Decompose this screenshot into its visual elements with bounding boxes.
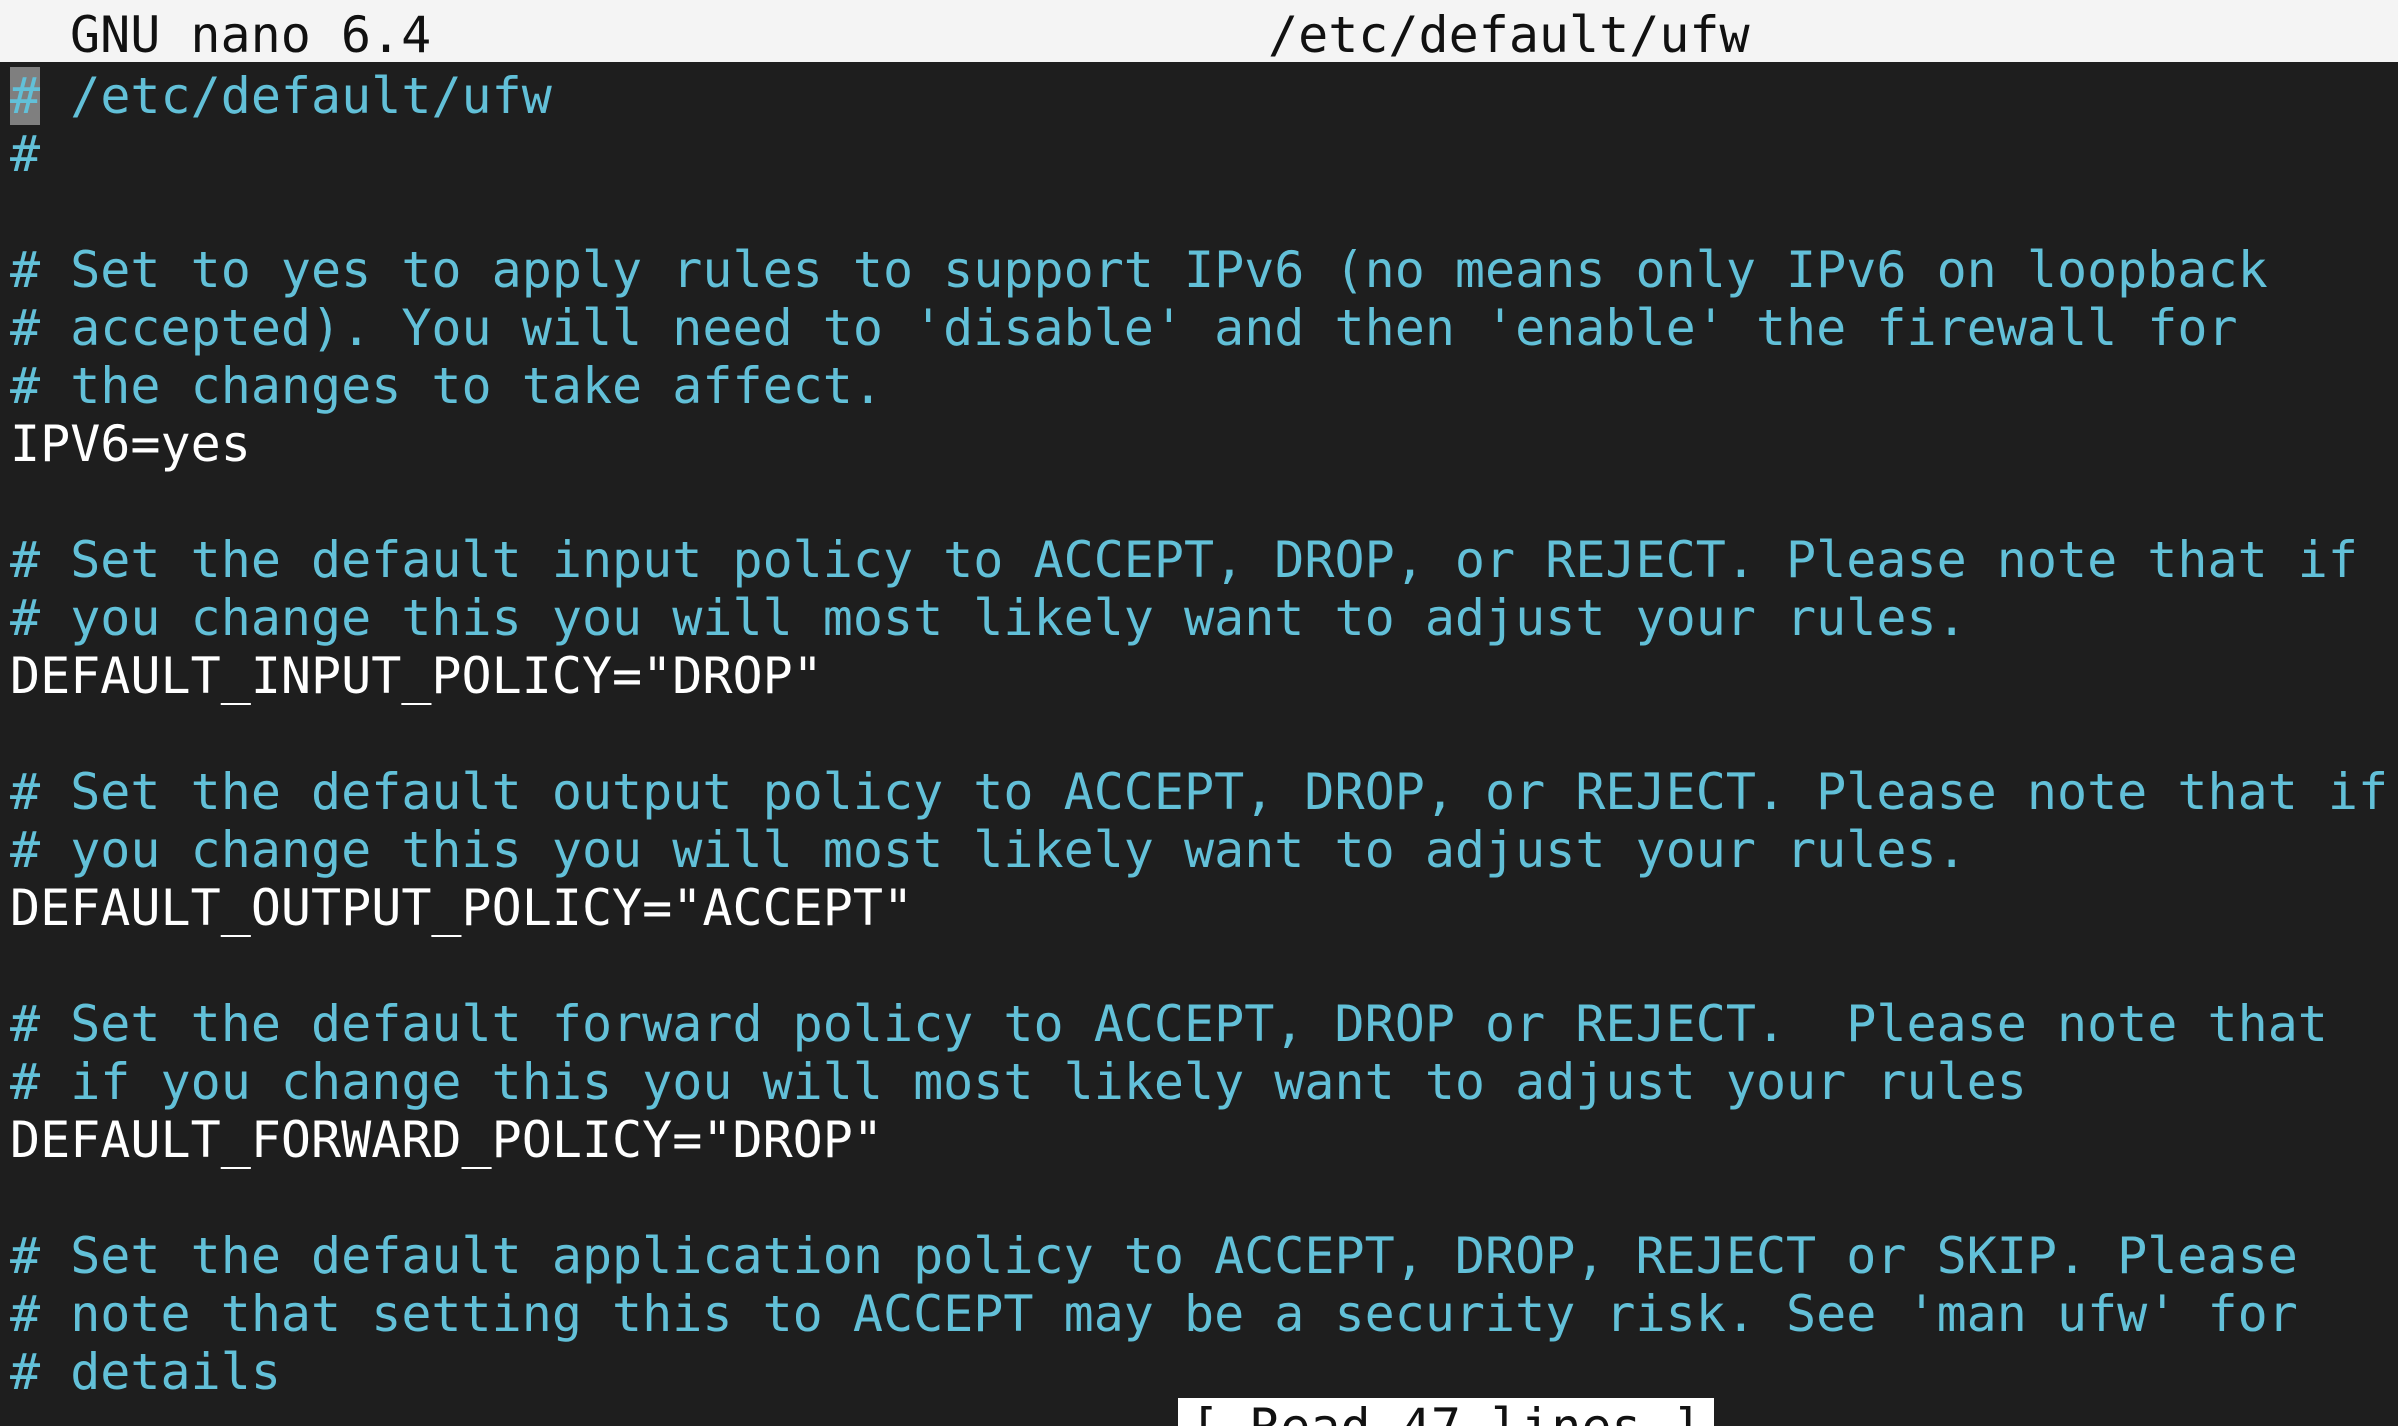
status-message: [ Read 47 lines ] <box>1178 1398 1714 1426</box>
editor-line-10[interactable]: # you change this you will most likely w… <box>10 589 2390 647</box>
editor-line-4[interactable]: # Set to yes to apply rules to support I… <box>10 241 2390 299</box>
editor-line-18[interactable]: # if you change this you will most likel… <box>10 1053 2390 1111</box>
editor-line-8[interactable] <box>10 473 2390 531</box>
editor-line-14[interactable]: # you change this you will most likely w… <box>10 821 2390 879</box>
editor-line-19[interactable]: DEFAULT_FORWARD_POLICY="DROP" <box>10 1111 2390 1169</box>
editor-line-16[interactable] <box>10 937 2390 995</box>
editor-line-6[interactable]: # the changes to take affect. <box>10 357 2390 415</box>
open-file-path: /etc/default/ufw <box>1268 6 1750 64</box>
editor-line-7[interactable]: IPV6=yes <box>10 415 2390 473</box>
editor-line-13[interactable]: # Set the default output policy to ACCEP… <box>10 763 2390 821</box>
editor-line-2[interactable]: # <box>10 125 2390 183</box>
editor-line-22[interactable]: # note that setting this to ACCEPT may b… <box>10 1285 2390 1343</box>
editor-line-9[interactable]: # Set the default input policy to ACCEPT… <box>10 531 2390 589</box>
editor-line-5[interactable]: # accepted). You will need to 'disable' … <box>10 299 2390 357</box>
editor-line-20[interactable] <box>10 1169 2390 1227</box>
editor-line-15[interactable]: DEFAULT_OUTPUT_POLICY="ACCEPT" <box>10 879 2390 937</box>
editor-line-1-text: /etc/default/ufw <box>40 67 552 125</box>
editor-line-17[interactable]: # Set the default forward policy to ACCE… <box>10 995 2390 1053</box>
editor-line-1[interactable]: # /etc/default/ufw <box>10 67 2390 125</box>
nano-terminal-window[interactable]: GNU nano 6.4 /etc/default/ufw # /etc/def… <box>0 0 2398 1426</box>
editor-line-3[interactable] <box>10 183 2390 241</box>
text-cursor[interactable]: # <box>10 67 41 125</box>
editor-line-12[interactable] <box>10 705 2390 763</box>
nano-version-title: GNU nano 6.4 <box>70 6 432 64</box>
text-editor-area[interactable]: # /etc/default/ufw # # Set to yes to app… <box>10 67 2390 1401</box>
editor-line-21[interactable]: # Set the default application policy to … <box>10 1227 2390 1285</box>
editor-line-23[interactable]: # details <box>10 1343 2390 1401</box>
nano-title-bar: GNU nano 6.4 /etc/default/ufw <box>0 0 2398 64</box>
editor-line-11[interactable]: DEFAULT_INPUT_POLICY="DROP" <box>10 647 2390 705</box>
